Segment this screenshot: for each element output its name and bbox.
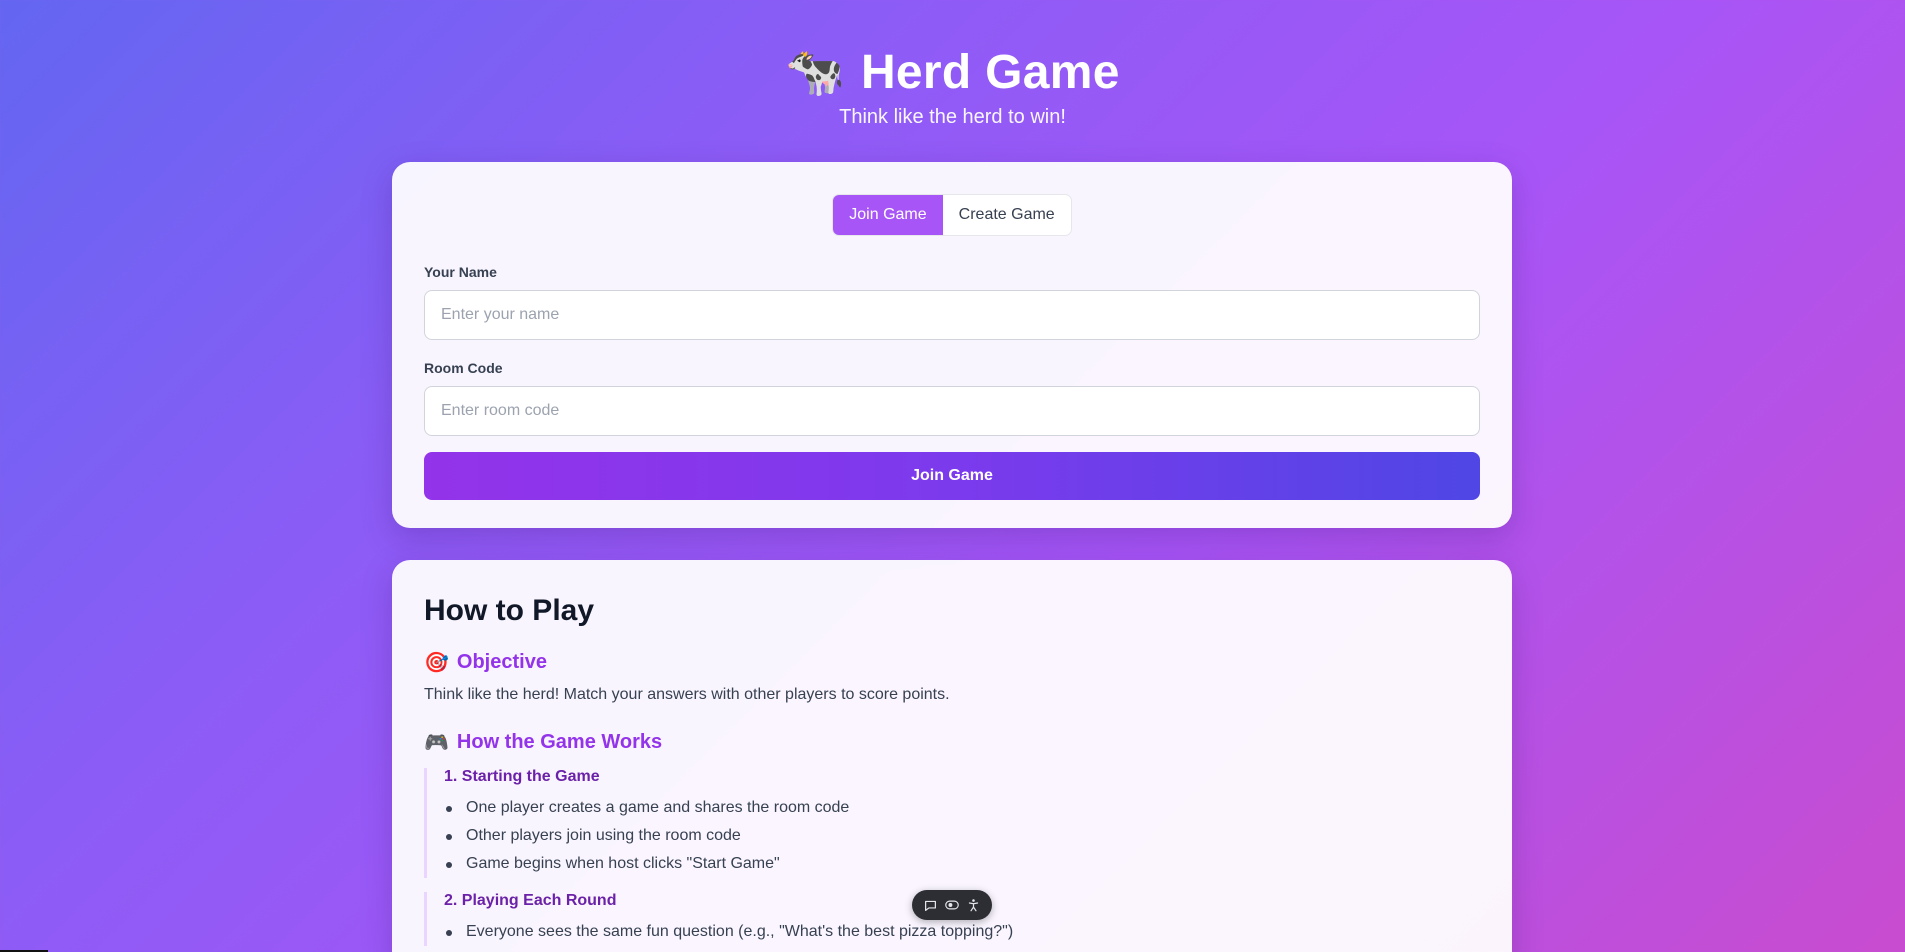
room-code-label: Room Code [424, 360, 503, 376]
objective-text: Think like the herd! Match your answers … [424, 686, 950, 703]
name-label: Your Name [424, 264, 497, 280]
chat-icon[interactable] [923, 897, 939, 913]
game-works-heading-text: How the Game Works [456, 730, 663, 753]
tab-group: Join Game Create Game [832, 194, 1072, 236]
app-title: Herd Game [860, 45, 1120, 99]
step-list: One player creates a game and shares the… [444, 794, 1480, 878]
name-input[interactable] [424, 290, 1480, 340]
target-icon: 🎯 [424, 650, 449, 674]
list-item: One player creates a game and shares the… [444, 794, 1480, 822]
tab-create-game[interactable]: Create Game [943, 195, 1071, 235]
step-list: Everyone sees the same fun question (e.g… [444, 918, 1480, 946]
floating-toolbar [912, 890, 992, 920]
step-title: 1. Starting the Game [444, 768, 600, 785]
list-item: Everyone sees the same fun question (e.g… [444, 918, 1480, 946]
title-row: 🐄 Herd Game [0, 42, 1905, 102]
join-card: Join Game Create Game Your Name Room Cod… [392, 162, 1512, 528]
tab-join-game[interactable]: Join Game [833, 195, 943, 235]
list-item: Game begins when host clicks "Start Game… [444, 850, 1480, 878]
toggle-icon[interactable] [944, 897, 960, 913]
list-item: Other players join using the room code [444, 822, 1480, 850]
accessibility-icon[interactable] [965, 897, 981, 913]
game-works-heading: 🎮 How the Game Works [424, 730, 1480, 754]
how-to-play-title: How to Play [424, 594, 595, 627]
page-header: 🐄 Herd Game Think like the herd to win! [0, 42, 1905, 129]
join-game-button[interactable]: Join Game [424, 452, 1480, 500]
app-subtitle: Think like the herd to win! [839, 106, 1066, 128]
room-code-input[interactable] [424, 386, 1480, 436]
gamepad-icon: 🎮 [424, 730, 449, 754]
objective-heading: 🎯 Objective [424, 650, 1480, 674]
step-starting-game: 1. Starting the Game One player creates … [424, 768, 1480, 878]
mode-tabs: Join Game Create Game [424, 194, 1480, 236]
cow-icon: 🐄 [785, 44, 845, 100]
objective-heading-text: Objective [456, 650, 547, 673]
